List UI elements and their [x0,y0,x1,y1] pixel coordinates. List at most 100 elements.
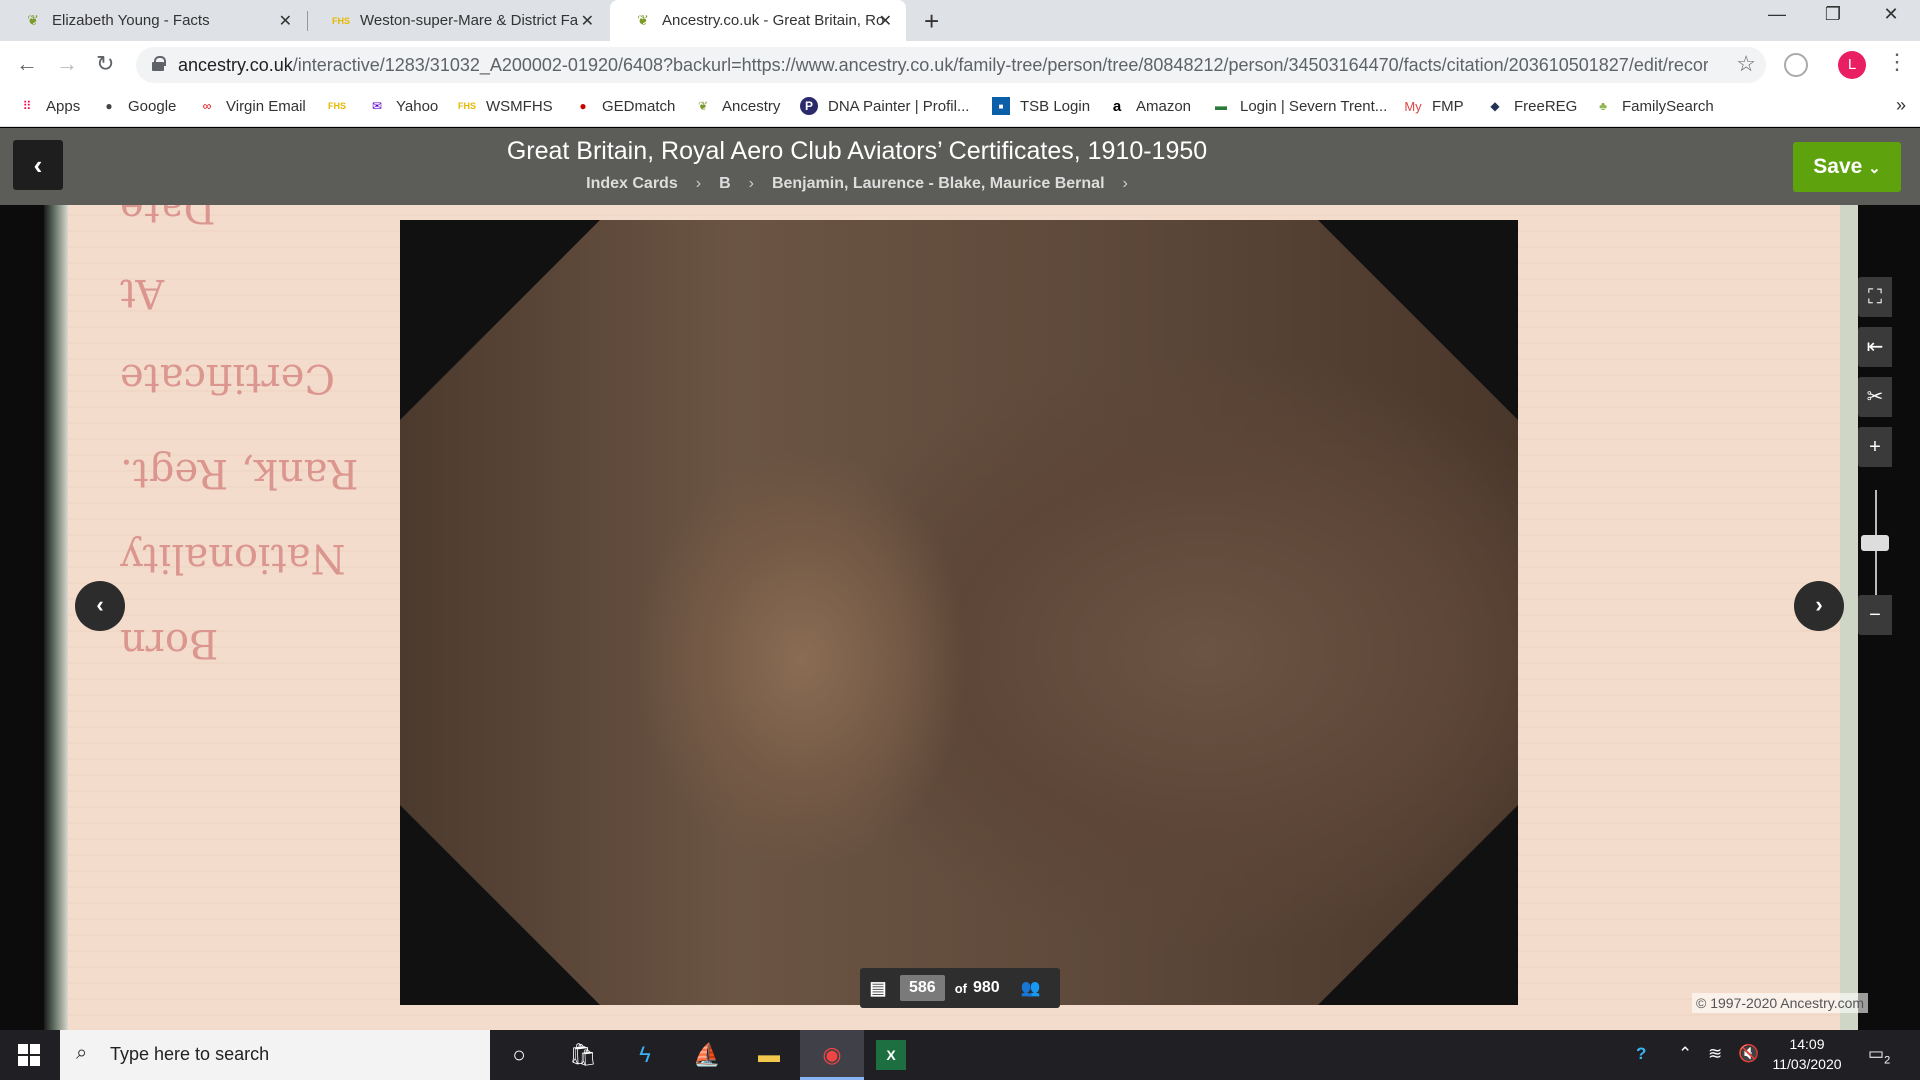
panel-toggle-icon[interactable]: ⇤ [1858,327,1892,367]
previous-image-button[interactable]: ‹ [75,581,125,631]
reload-icon[interactable]: ↻ [96,51,114,77]
new-tab-button[interactable]: + [924,6,939,37]
url-text[interactable]: ancestry.co.uk/interactive/1283/31032_A2… [178,55,1708,76]
minimize-button[interactable]: — [1754,4,1800,25]
tsb-icon: ■ [992,97,1010,115]
bookmark-tsb-login[interactable]: ■ TSB Login [992,89,1090,123]
more-bookmarks-icon[interactable]: » [1896,95,1906,116]
close-window-button[interactable]: ✕ [1868,4,1914,25]
chevron-up-icon[interactable]: ⌃ [1678,1044,1692,1064]
photo-corner [1318,220,1518,420]
page-total: 980 [972,979,1000,996]
address-bar-row: ← → ↻ ancestry.co.uk/interactive/1283/31… [0,41,1920,89]
bookmark-yahoo[interactable]: ✉ Yahoo [368,89,438,123]
globe-icon: ● [105,99,113,113]
back-arrow-icon[interactable]: ← [16,51,38,77]
amazon-icon: a [1112,97,1122,115]
ancestry-leaf-icon: ❦ [27,12,39,28]
filmstrip-icon[interactable]: ▤ [860,978,896,999]
store-icon[interactable]: 🛍 [566,1038,600,1072]
yahoo-mail-icon: ✉ [371,99,383,113]
zoom-in-icon[interactable]: + [1858,427,1892,467]
card-stamp-born: Born [120,620,219,666]
apple-icon: ● [579,99,587,113]
close-tab-icon[interactable]: ✕ [879,11,892,31]
url-omnibox[interactable]: ancestry.co.uk/interactive/1283/31032_A2… [136,47,1766,83]
next-image-button[interactable]: › [1794,581,1844,631]
ancestry-leaf-icon: ❦ [637,12,649,28]
people-icon[interactable]: 👥 [1014,978,1048,998]
windows-taskbar: ⌕ Type here to search ○ 🛍 ϟ ⛵ ▬ ◉ X ? ⌃ … [0,1030,1920,1080]
forward-arrow-icon[interactable]: → [56,51,78,77]
card-stamp-certificate: Certificate [120,355,335,401]
bookmark-familysearch[interactable]: ♣ FamilySearch [1594,89,1714,123]
bookmark-dna-painter[interactable]: P DNA Painter | Profil... [800,89,969,123]
copyright-notice: © 1997-2020 Ancestry.com [1692,993,1869,1013]
bookmark-ancestry[interactable]: ❦ Ancestry [694,89,780,123]
excel-icon[interactable]: X [876,1040,906,1070]
bookmark-wsmfhs[interactable]: FHS WSMFHS [458,89,553,123]
fullscreen-icon[interactable]: ⛶ [1858,277,1892,317]
tab-elizabeth-young[interactable]: ❦ Elizabeth Young - Facts ✕ [0,0,306,41]
chevron-right-icon[interactable]: › [1123,175,1128,192]
breadcrumb: Index Cards › B › Benjamin, Laurence - Blake… [0,175,1714,193]
file-explorer-icon[interactable]: ▬ [752,1038,786,1072]
zoom-slider-handle[interactable] [1861,535,1889,551]
viewer-toolbar: ⛶ ⇤ ✂ + [1858,277,1892,477]
windows-start-icon[interactable] [18,1044,40,1066]
findmypast-icon: My [1404,98,1422,114]
bookmark-gedmatch[interactable]: ● GEDmatch [574,89,675,123]
fhs-icon: FHS [332,15,350,26]
taskbar-search-input[interactable]: ⌕ Type here to search [60,1030,490,1080]
breadcrumb-range[interactable]: Benjamin, Laurence - Blake, Maurice Bern… [772,175,1105,192]
bookmark-star-icon[interactable]: ☆ [1736,51,1756,77]
bookmark-fmp[interactable]: My FMP [1404,89,1463,123]
chevron-right-icon: › [695,175,702,192]
bookmark-severn-trent[interactable]: ▬ Login | Severn Trent... [1212,89,1387,123]
film-edge [44,205,68,1030]
speaker-muted-icon[interactable]: 🔇 [1738,1044,1759,1064]
cortana-icon[interactable]: ○ [502,1038,536,1072]
lock-icon [152,56,166,71]
chrome-icon[interactable]: ◉ [815,1038,849,1072]
app-ship-icon[interactable]: ⛵ [690,1038,724,1072]
dna-painter-icon: P [800,97,818,115]
chevron-right-icon: › [748,175,754,192]
notifications-icon[interactable]: ▭2 [1868,1044,1890,1066]
photo-corner [400,805,600,1005]
bookmark-google[interactable]: ● Google [100,89,176,123]
bookmark-freereg[interactable]: ◆ FreeREG [1486,89,1577,123]
tools-icon[interactable]: ✂ [1858,377,1892,417]
close-tab-icon[interactable]: ✕ [581,11,594,31]
browser-menu-icon[interactable]: ⋮ [1886,49,1908,75]
close-tab-icon[interactable]: ✕ [279,11,292,31]
bookmark-amazon[interactable]: a Amazon [1108,89,1191,123]
record-image-viewer[interactable]: Date At Certificate Rank, Regt. National… [0,205,1920,1030]
zoom-out-icon[interactable]: − [1858,595,1892,635]
card-stamp-date: Date [120,205,216,231]
ancestry-leaf-icon: ❦ [697,99,709,113]
fhs-icon: FHS [328,101,346,111]
severn-trent-icon: ▬ [1215,99,1227,113]
save-button[interactable]: Save ⌄ [1793,142,1901,192]
bookmarks-bar: ⠿ Apps ● Google ∞ Virgin Email FHS ✉ Yahoo F… [0,89,1920,127]
extension-icon[interactable] [1784,53,1808,77]
bookmark-apps[interactable]: ⠿ Apps [18,89,81,123]
familysearch-tree-icon: ♣ [1599,99,1607,113]
tab-ancestry-active[interactable]: ❦ Ancestry.co.uk - Great Britain, Ro ✕ [610,0,906,41]
card-stamp-at: At [120,270,165,316]
breadcrumb-b[interactable]: B [719,175,731,192]
photo-corner [1318,805,1518,1005]
wifi-icon[interactable]: ≋ [1708,1044,1722,1064]
app-bolt-icon[interactable]: ϟ [628,1038,662,1072]
profile-avatar[interactable]: L [1838,51,1866,79]
bookmark-fhs[interactable]: FHS [328,89,356,123]
taskbar-clock[interactable]: 14:09 11/03/2020 [1762,1034,1852,1074]
help-icon[interactable]: ? [1636,1044,1646,1064]
restore-button[interactable]: ❐ [1810,4,1856,25]
film-edge [1840,205,1858,1030]
bookmark-virgin-email[interactable]: ∞ Virgin Email [198,89,306,123]
breadcrumb-index-cards[interactable]: Index Cards [586,175,678,192]
tab-weston-super-mare[interactable]: FHS Weston-super-Mare & District Fa ✕ [308,0,608,41]
page-number-input[interactable]: 586 [900,975,945,1001]
